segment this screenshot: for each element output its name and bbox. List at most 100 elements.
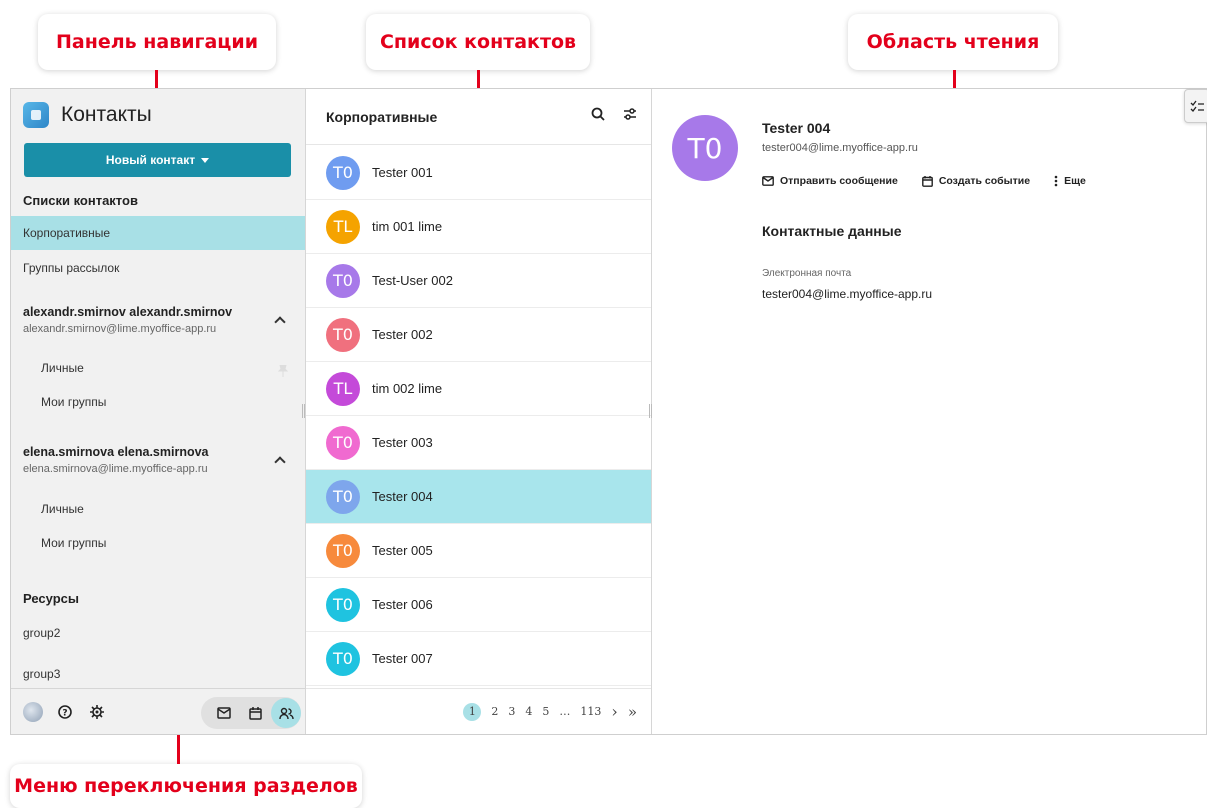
account-name[interactable]: alexandr.smirnov alexandr.smirnov (23, 305, 232, 319)
contact-row[interactable]: T0 Tester 001 (306, 146, 651, 200)
contact-name: Tester 003 (372, 435, 433, 450)
contact-avatar: T0 (326, 263, 360, 298)
contact-avatar: TL (326, 209, 360, 244)
filter-icon[interactable] (623, 107, 637, 121)
contact-name: Test-User 002 (372, 273, 453, 288)
contact-avatar: T0 (326, 479, 360, 514)
page-2-button[interactable]: 2 (491, 705, 498, 718)
page-4-button[interactable]: 4 (525, 705, 532, 718)
svg-text:?: ? (62, 708, 67, 718)
sidebar-item-group3[interactable]: group3 (11, 657, 305, 691)
more-icon (1054, 175, 1058, 187)
chevron-up-icon[interactable] (274, 456, 286, 468)
contact-row[interactable]: TL tim 001 lime (306, 200, 651, 254)
new-contact-button[interactable]: Новый контакт (24, 143, 291, 177)
callout-section-switch: Меню переключения разделов (10, 764, 362, 808)
last-page-icon[interactable]: » (628, 703, 637, 721)
send-message-button[interactable]: Отправить сообщение (762, 175, 898, 187)
navigation-panel: Контакты Новый контакт Списки контактов … (11, 89, 306, 734)
calendar-icon[interactable] (240, 698, 270, 728)
contact-actions: Отправить сообщение Создать событие Еще (762, 175, 1086, 187)
chevron-up-icon[interactable] (274, 316, 286, 328)
sidebar-item-my-groups[interactable]: Мои группы (41, 536, 106, 550)
pagination-ellipsis: … (559, 705, 571, 718)
sidebar-item-personal[interactable]: Личные (41, 502, 84, 516)
sidebar-item-corporate[interactable]: Корпоративные (11, 216, 305, 250)
bottom-bar: ? (11, 688, 305, 734)
contact-avatar: T0 (326, 425, 360, 460)
contact-data-heading: Контактные данные (762, 223, 902, 239)
account-email: elena.smirnova@lime.myoffice-app.ru (23, 463, 208, 475)
contact-email: tester004@lime.myoffice-app.ru (762, 142, 918, 154)
sidebar-item-group2[interactable]: group2 (11, 616, 305, 650)
page-113-button[interactable]: 113 (580, 705, 601, 718)
new-contact-label: Новый контакт (105, 153, 196, 167)
contact-avatar: T0 (326, 317, 360, 352)
page-3-button[interactable]: 3 (508, 705, 515, 718)
contact-list: Корпоративные T0 Tester 001 TL tim 001 lime… (306, 89, 652, 734)
sidebar-item-my-groups[interactable]: Мои группы (41, 395, 106, 409)
calendar-icon (921, 175, 933, 187)
contact-row[interactable]: T0 Tester 002 (306, 308, 651, 362)
more-button[interactable]: Еще (1054, 175, 1086, 187)
contact-name: Tester 004 (762, 120, 831, 136)
email-field-value: tester004@lime.myoffice-app.ru (762, 287, 933, 301)
contact-row[interactable]: T0 Tester 003 (306, 416, 651, 470)
callout-nav-panel: Панель навигации (38, 14, 276, 70)
caret-down-icon (201, 157, 210, 163)
contact-avatar: T0 (672, 115, 738, 181)
checklist-button[interactable] (1184, 89, 1207, 123)
contact-name: tim 001 lime (372, 219, 443, 234)
next-page-icon[interactable]: › (611, 702, 617, 721)
contact-avatar: T0 (326, 641, 360, 676)
contacts-icon[interactable] (271, 698, 301, 728)
callout-contact-list: Список контактов (366, 14, 590, 70)
help-icon[interactable]: ? (55, 702, 75, 722)
contact-row[interactable]: T0 Tester 005 (306, 524, 651, 578)
send-message-label: Отправить сообщение (780, 175, 898, 187)
contacts-app-icon (23, 102, 49, 128)
create-event-button[interactable]: Создать событие (921, 175, 1031, 187)
search-icon[interactable] (591, 107, 605, 121)
contact-avatar: T0 (326, 533, 360, 568)
create-event-label: Создать событие (938, 175, 1031, 187)
contact-row[interactable]: T0 Tester 007 (306, 632, 651, 686)
contact-avatar: TL (326, 371, 360, 406)
list-title: Корпоративные (326, 108, 438, 125)
app-title: Контакты (23, 102, 152, 128)
contact-row[interactable]: T0 Test-User 002 (306, 254, 651, 308)
page-5-button[interactable]: 5 (542, 705, 549, 718)
app-title-label: Контакты (61, 103, 152, 126)
contact-name: Tester 005 (372, 543, 433, 558)
pin-icon[interactable] (278, 365, 288, 377)
email-field-label: Электронная почта (762, 268, 852, 279)
mail-icon (762, 176, 774, 186)
app-window: Контакты Новый контакт Списки контактов … (10, 88, 1207, 735)
contact-name: Tester 002 (372, 327, 433, 342)
reading-area: T0 Tester 004 tester004@lime.myoffice-ap… (652, 89, 1207, 734)
contact-name: Tester 007 (372, 651, 433, 666)
resources-heading: Ресурсы (23, 591, 79, 606)
mail-icon[interactable] (209, 698, 239, 728)
account-name[interactable]: elena.smirnova elena.smirnova (23, 445, 209, 459)
contact-rows: T0 Tester 001 TL tim 001 lime T0 Test-User 00… (306, 146, 651, 686)
page-1-button[interactable]: 1 (463, 702, 482, 721)
sidebar-item-mailing-groups[interactable]: Группы рассылок (11, 251, 305, 285)
user-avatar[interactable] (23, 701, 43, 722)
contact-avatar: T0 (326, 587, 360, 622)
section-switcher (201, 697, 301, 729)
resize-handle[interactable] (302, 404, 305, 418)
contact-row[interactable]: TL tim 002 lime (306, 362, 651, 416)
list-header: Корпоративные (306, 89, 651, 145)
contact-name: Tester 001 (372, 165, 433, 180)
contact-row[interactable]: T0 Tester 004 (306, 470, 651, 524)
settings-icon[interactable] (87, 702, 107, 722)
more-label: Еще (1064, 175, 1086, 187)
sidebar-item-personal[interactable]: Личные (41, 361, 84, 375)
lists-heading: Списки контактов (23, 193, 138, 208)
pagination: 1 2 3 4 5 … 113 › » (306, 688, 651, 734)
account-email: alexandr.smirnov@lime.myoffice-app.ru (23, 323, 217, 335)
contact-name: tim 002 lime (372, 381, 443, 396)
contact-name: Tester 006 (372, 597, 433, 612)
contact-row[interactable]: T0 Tester 006 (306, 578, 651, 632)
